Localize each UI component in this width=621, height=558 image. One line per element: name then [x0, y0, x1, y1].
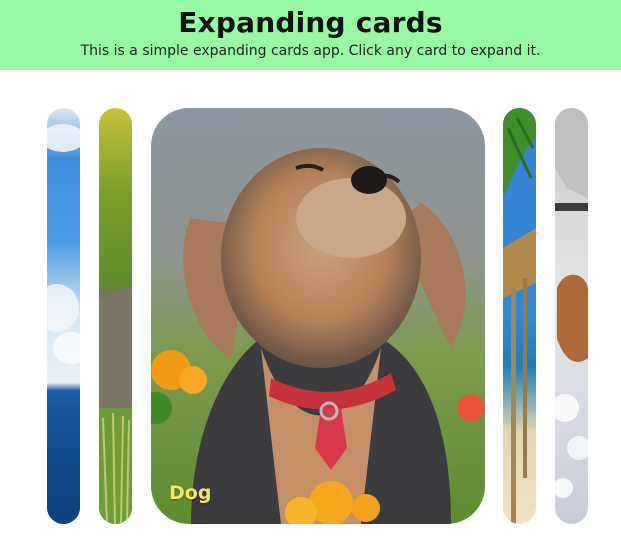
card-ocean-sky-image — [47, 108, 80, 524]
cards-container: Dog — [0, 0, 621, 558]
card-dog[interactable]: Dog — [151, 108, 485, 524]
card-beach-palm[interactable] — [503, 108, 536, 524]
card-meadow[interactable] — [99, 108, 132, 524]
card-meadow-image — [99, 108, 132, 524]
card-splash[interactable] — [555, 108, 588, 524]
card-ocean-sky[interactable] — [47, 108, 80, 524]
card-title-dog: Dog — [169, 482, 212, 504]
card-splash-image — [555, 108, 588, 524]
card-beach-palm-image — [503, 108, 536, 524]
card-dog-image — [151, 108, 485, 524]
